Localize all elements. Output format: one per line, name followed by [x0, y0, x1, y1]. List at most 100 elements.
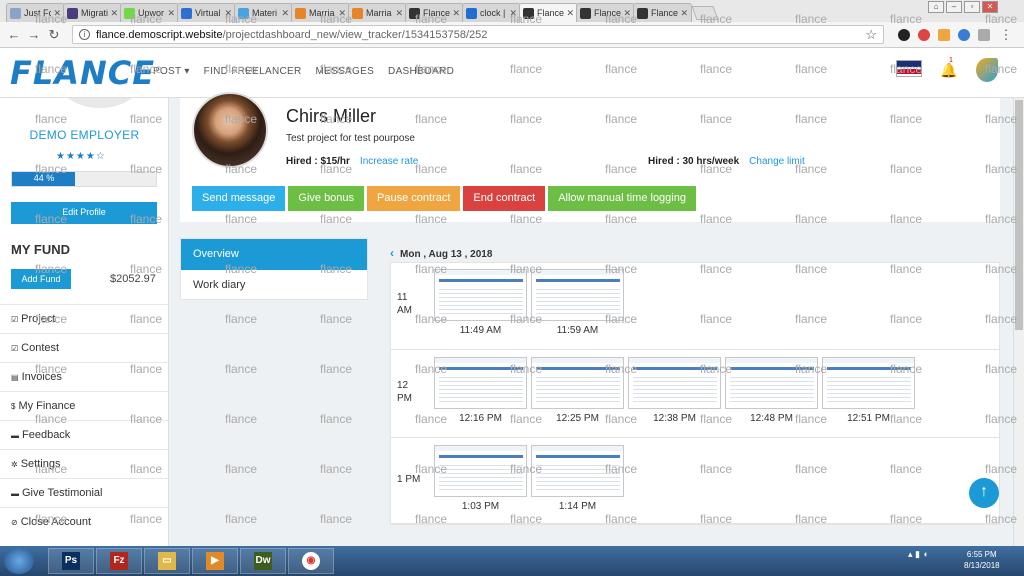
screenshot-item[interactable]: 12:51 PM	[822, 357, 915, 424]
extension-icon[interactable]	[918, 28, 930, 41]
start-button[interactable]	[4, 548, 34, 574]
screenshot-item[interactable]: 11:49 AM	[434, 269, 527, 336]
screenshot-thumbnail[interactable]	[822, 357, 915, 409]
browser-tab[interactable]: Just Fo ✕	[6, 3, 65, 22]
tab-work-diary[interactable]: Work diary	[181, 270, 367, 300]
edit-profile-button[interactable]: Edit Profile	[11, 202, 157, 224]
taskbar-app[interactable]: ▶	[192, 548, 238, 574]
browser-tab[interactable]: Materi ✕	[234, 3, 293, 22]
bookmark-star-icon[interactable]: ☆	[865, 27, 877, 43]
system-clock[interactable]: 6:55 PM 8/13/2018	[964, 549, 1000, 571]
screenshot-thumbnail[interactable]	[725, 357, 818, 409]
screenshot-item[interactable]: 12:25 PM	[531, 357, 624, 424]
close-tab-icon[interactable]: ✕	[224, 8, 232, 19]
screenshot-thumbnail[interactable]	[434, 269, 527, 321]
taskbar-app[interactable]: Ps	[48, 548, 94, 574]
sidebar-item[interactable]: ⊘ Close Account	[0, 507, 168, 536]
browser-tab[interactable]: Flance ✕	[576, 3, 635, 22]
action-button[interactable]: Send message	[192, 186, 286, 211]
nav-item[interactable]: POST ▾	[153, 66, 190, 77]
scrollbar-thumb[interactable]	[1015, 100, 1023, 330]
taskbar-app[interactable]: ◉	[288, 548, 334, 574]
browser-tab[interactable]: Marria ✕	[291, 3, 350, 22]
action-button[interactable]: End contract	[463, 186, 546, 211]
screenshot-thumbnail[interactable]	[628, 357, 721, 409]
browser-tab[interactable]: Marria ✕	[348, 3, 407, 22]
screenshot-item[interactable]: 12:16 PM	[434, 357, 527, 424]
screenshot-thumbnail[interactable]	[434, 445, 527, 497]
close-tab-icon[interactable]: ✕	[167, 8, 175, 19]
rating-stars: ★★★★☆	[56, 151, 106, 162]
sidebar-item[interactable]: ☑ Project	[0, 304, 168, 333]
close-window-icon[interactable]: ✕	[982, 1, 998, 13]
nav-item[interactable]: DASHBOARD	[388, 66, 454, 77]
screenshot-thumbnail[interactable]	[531, 357, 624, 409]
change-limit-link[interactable]: Change limit	[749, 156, 805, 167]
nav-item[interactable]: FIND FREELANCER	[204, 66, 302, 77]
sidebar-item[interactable]: $ My Finance	[0, 391, 168, 420]
back-icon[interactable]: ←	[6, 27, 22, 42]
sidebar-item[interactable]: ▬ Feedback	[0, 420, 168, 449]
taskbar-app[interactable]: ▭	[144, 548, 190, 574]
screenshot-thumbnail[interactable]	[531, 445, 624, 497]
action-button[interactable]: Allow manual time logging	[548, 186, 696, 211]
close-tab-icon[interactable]: ✕	[395, 8, 403, 19]
screenshot-thumbnail[interactable]	[434, 357, 527, 409]
close-tab-icon[interactable]: ✕	[281, 8, 289, 19]
close-tab-icon[interactable]: ✕	[452, 8, 460, 19]
close-tab-icon[interactable]: ✕	[53, 8, 61, 19]
browser-tab[interactable]: Virtual ✕	[177, 3, 236, 22]
user-icon[interactable]: ⌂	[928, 1, 944, 13]
extension-icon[interactable]	[898, 28, 910, 41]
screenshot-item[interactable]: 12:38 PM	[628, 357, 721, 424]
screenshot-item[interactable]: 12:48 PM	[725, 357, 818, 424]
browser-tab[interactable]: Migrati ✕	[63, 3, 122, 22]
uk-flag-icon[interactable]	[896, 60, 922, 77]
tab-overview[interactable]: Overview	[181, 239, 367, 270]
close-tab-icon[interactable]: ✕	[509, 8, 517, 19]
chevron-left-icon[interactable]: ‹	[390, 246, 394, 260]
browser-tab[interactable]: Upwor ✕	[120, 3, 179, 22]
browser-tab[interactable]: Flance ✕	[519, 3, 578, 22]
extension-icon[interactable]	[958, 28, 970, 41]
add-fund-button[interactable]: Add Fund	[11, 269, 71, 289]
maximize-icon[interactable]: ▫	[964, 1, 980, 13]
screenshot-item[interactable]: 11:59 AM	[531, 269, 624, 336]
action-button[interactable]: Pause contract	[367, 186, 461, 211]
action-button[interactable]: Give bonus	[288, 186, 365, 211]
url-input[interactable]: i flance.demoscript.website /projectdash…	[72, 25, 884, 44]
close-tab-icon[interactable]: ✕	[623, 8, 631, 19]
sidebar-item[interactable]: ▬ Give Testimonial	[0, 478, 168, 507]
taskbar-app[interactable]: Dw	[240, 548, 286, 574]
info-icon[interactable]: i	[79, 29, 90, 40]
user-avatar[interactable]	[976, 58, 998, 82]
sidebar-item[interactable]: ✲ Settings	[0, 449, 168, 478]
screenshot-item[interactable]: 1:03 PM	[434, 445, 527, 512]
browser-tab[interactable]: Flance ✕	[405, 3, 464, 22]
forward-icon[interactable]: →	[26, 27, 42, 42]
close-tab-icon[interactable]: ✕	[566, 8, 574, 19]
scroll-top-button[interactable]: ↑	[969, 478, 999, 508]
reload-icon[interactable]: ↻	[46, 27, 62, 43]
extension-icon[interactable]	[938, 28, 950, 41]
close-tab-icon[interactable]: ✕	[338, 8, 346, 19]
menu-dots-icon[interactable]: ⋮	[998, 27, 1014, 43]
close-tab-icon[interactable]: ✕	[110, 8, 118, 19]
sidebar-item[interactable]: ▤ Invoices	[0, 362, 168, 391]
increase-rate-link[interactable]: Increase rate	[360, 156, 418, 167]
nav-item[interactable]: MESSAGES	[316, 66, 375, 77]
browser-tab-title: Migrati	[81, 8, 109, 18]
minimize-icon[interactable]: –	[946, 1, 962, 13]
screenshot-thumbnail[interactable]	[531, 269, 624, 321]
page-scrollbar[interactable]	[1013, 98, 1024, 546]
sidebar-item[interactable]: ☑ Contest	[0, 333, 168, 362]
flance-logo[interactable]: FLANCE	[10, 54, 155, 92]
new-tab-button[interactable]	[691, 6, 719, 20]
cart-icon[interactable]	[978, 28, 990, 41]
browser-tab[interactable]: Flance ✕	[633, 3, 692, 22]
close-tab-icon[interactable]: ✕	[680, 8, 688, 19]
screenshot-item[interactable]: 1:14 PM	[531, 445, 624, 512]
bell-icon[interactable]: 🔔	[940, 62, 957, 79]
browser-tab[interactable]: clock | ✕	[462, 3, 521, 22]
taskbar-app[interactable]: Fz	[96, 548, 142, 574]
